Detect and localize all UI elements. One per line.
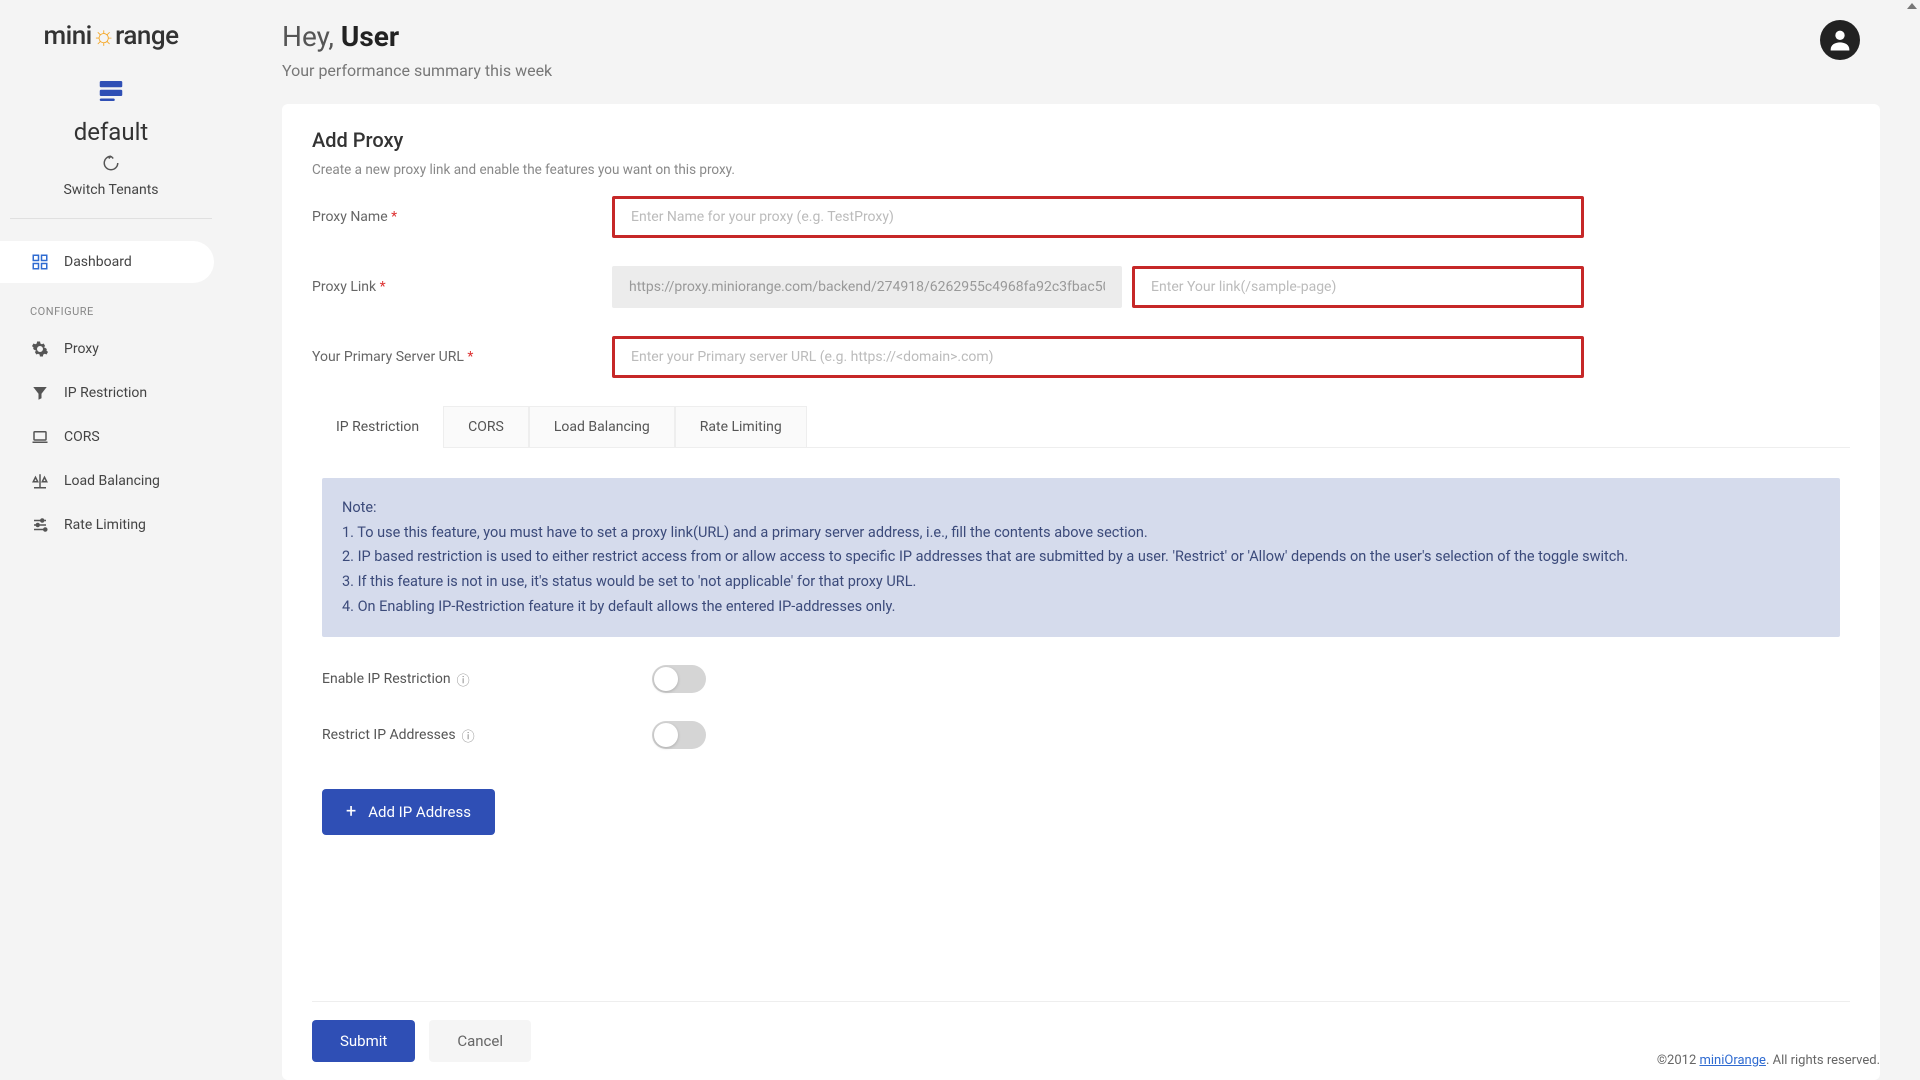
action-row: Submit Cancel — [312, 1001, 1850, 1080]
logo-prefix: mini — [43, 21, 91, 51]
switch-tenants-link[interactable]: Switch Tenants — [63, 182, 158, 198]
tab-ip-restriction[interactable]: IP Restriction — [312, 407, 443, 448]
greeting-user: User — [341, 20, 399, 53]
card-desc: Create a new proxy link and enable the f… — [312, 162, 1850, 178]
sidebar-item-label: Rate Limiting — [64, 517, 146, 533]
primary-url-input[interactable] — [612, 336, 1584, 378]
note-line: 1. To use this feature, you must have to… — [342, 521, 1820, 546]
sidebar-item-label: IP Restriction — [64, 385, 147, 401]
logo: mini☼range — [0, 0, 222, 61]
sidebar-item-label: Dashboard — [64, 254, 132, 270]
logo-suffix: range — [115, 21, 178, 51]
proxy-form: Proxy Name * Proxy Link * Your Primary S… — [312, 196, 1850, 406]
proxy-link-base-input — [612, 266, 1122, 308]
logo-o-icon: ☼ — [92, 21, 115, 51]
main-content: Hey, User Your performance summary this … — [222, 0, 1920, 1080]
feature-tabs: IP Restriction CORS Load Balancing Rate … — [312, 406, 1850, 448]
sidebar-item-load-balancing[interactable]: Load Balancing — [0, 460, 214, 502]
sidebar-item-proxy[interactable]: Proxy — [0, 328, 214, 370]
tab-load-balancing[interactable]: Load Balancing — [529, 406, 675, 447]
tab-content: Note: 1. To use this feature, you must h… — [312, 448, 1850, 855]
header: Hey, User Your performance summary this … — [282, 20, 1880, 80]
info-icon[interactable]: ⓘ — [457, 670, 470, 689]
sidebar-item-cors[interactable]: CORS — [0, 416, 214, 458]
tenant-block: default Switch Tenants — [10, 61, 212, 219]
laptop-icon — [30, 428, 50, 446]
sidebar-item-ip-restriction[interactable]: IP Restriction — [0, 372, 214, 414]
primary-url-label: Your Primary Server URL * — [312, 349, 612, 365]
restrict-ip-label: Restrict IP Addresses ⓘ — [322, 726, 652, 745]
add-ip-label: Add IP Address — [368, 803, 471, 821]
refresh-icon[interactable] — [102, 154, 120, 176]
sidebar-item-label: CORS — [64, 429, 100, 445]
sidebar-item-rate-limiting[interactable]: Rate Limiting — [0, 504, 214, 546]
plus-icon: + — [346, 803, 356, 821]
logo-text: mini☼range — [43, 20, 178, 51]
add-proxy-card: Add Proxy Create a new proxy link and en… — [282, 104, 1880, 1080]
proxy-name-input[interactable] — [612, 196, 1584, 238]
avatar[interactable] — [1820, 20, 1860, 60]
restrict-ip-toggle[interactable] — [652, 721, 706, 749]
footer-rights: . All rights reserved. — [1766, 1053, 1880, 1068]
proxy-link-path-input[interactable] — [1132, 266, 1584, 308]
proxy-link-label: Proxy Link * — [312, 279, 612, 295]
note-line: 4. On Enabling IP-Restriction feature it… — [342, 595, 1820, 620]
server-icon — [96, 76, 126, 110]
scroll-up-indicator — [1904, 0, 1920, 16]
sidebar-nav: Dashboard CONFIGURE Proxy IP Restriction — [0, 219, 222, 548]
footer-copyright: ©2012 — [1657, 1053, 1700, 1068]
footer-link[interactable]: miniOrange — [1699, 1053, 1765, 1068]
greeting-subtitle: Your performance summary this week — [282, 61, 552, 80]
proxy-name-label: Proxy Name * — [312, 209, 612, 225]
scale-icon — [30, 472, 50, 490]
enable-ip-toggle[interactable] — [652, 665, 706, 693]
sidebar-section-header: CONFIGURE — [0, 285, 222, 326]
footer: ©2012 miniOrange. All rights reserved. — [1657, 1053, 1880, 1068]
tab-cors[interactable]: CORS — [443, 406, 529, 447]
greeting: Hey, User — [282, 20, 552, 53]
tab-rate-limiting[interactable]: Rate Limiting — [675, 406, 807, 447]
enable-ip-label: Enable IP Restriction ⓘ — [322, 670, 652, 689]
filter-icon — [30, 384, 50, 402]
note-box: Note: 1. To use this feature, you must h… — [322, 478, 1840, 637]
submit-button[interactable]: Submit — [312, 1020, 415, 1062]
sidebar-item-label: Load Balancing — [64, 473, 160, 489]
tenant-name: default — [74, 118, 149, 146]
grid-icon — [30, 253, 50, 271]
person-icon — [1826, 26, 1854, 54]
sliders-icon — [30, 516, 50, 534]
card-title: Add Proxy — [312, 128, 1850, 152]
sidebar-item-label: Proxy — [64, 341, 99, 357]
cancel-button[interactable]: Cancel — [429, 1020, 531, 1062]
info-icon[interactable]: ⓘ — [462, 726, 475, 745]
sidebar-item-dashboard[interactable]: Dashboard — [0, 241, 214, 283]
note-line: 3. If this feature is not in use, it's s… — [342, 570, 1820, 595]
gear-icon — [30, 340, 50, 358]
add-ip-address-button[interactable]: + Add IP Address — [322, 789, 495, 835]
note-title: Note: — [342, 496, 1820, 521]
note-line: 2. IP based restriction is used to eithe… — [342, 545, 1820, 570]
sidebar: mini☼range default Switch Tenants Dashbo… — [0, 0, 222, 1080]
greeting-prefix: Hey, — [282, 20, 341, 53]
